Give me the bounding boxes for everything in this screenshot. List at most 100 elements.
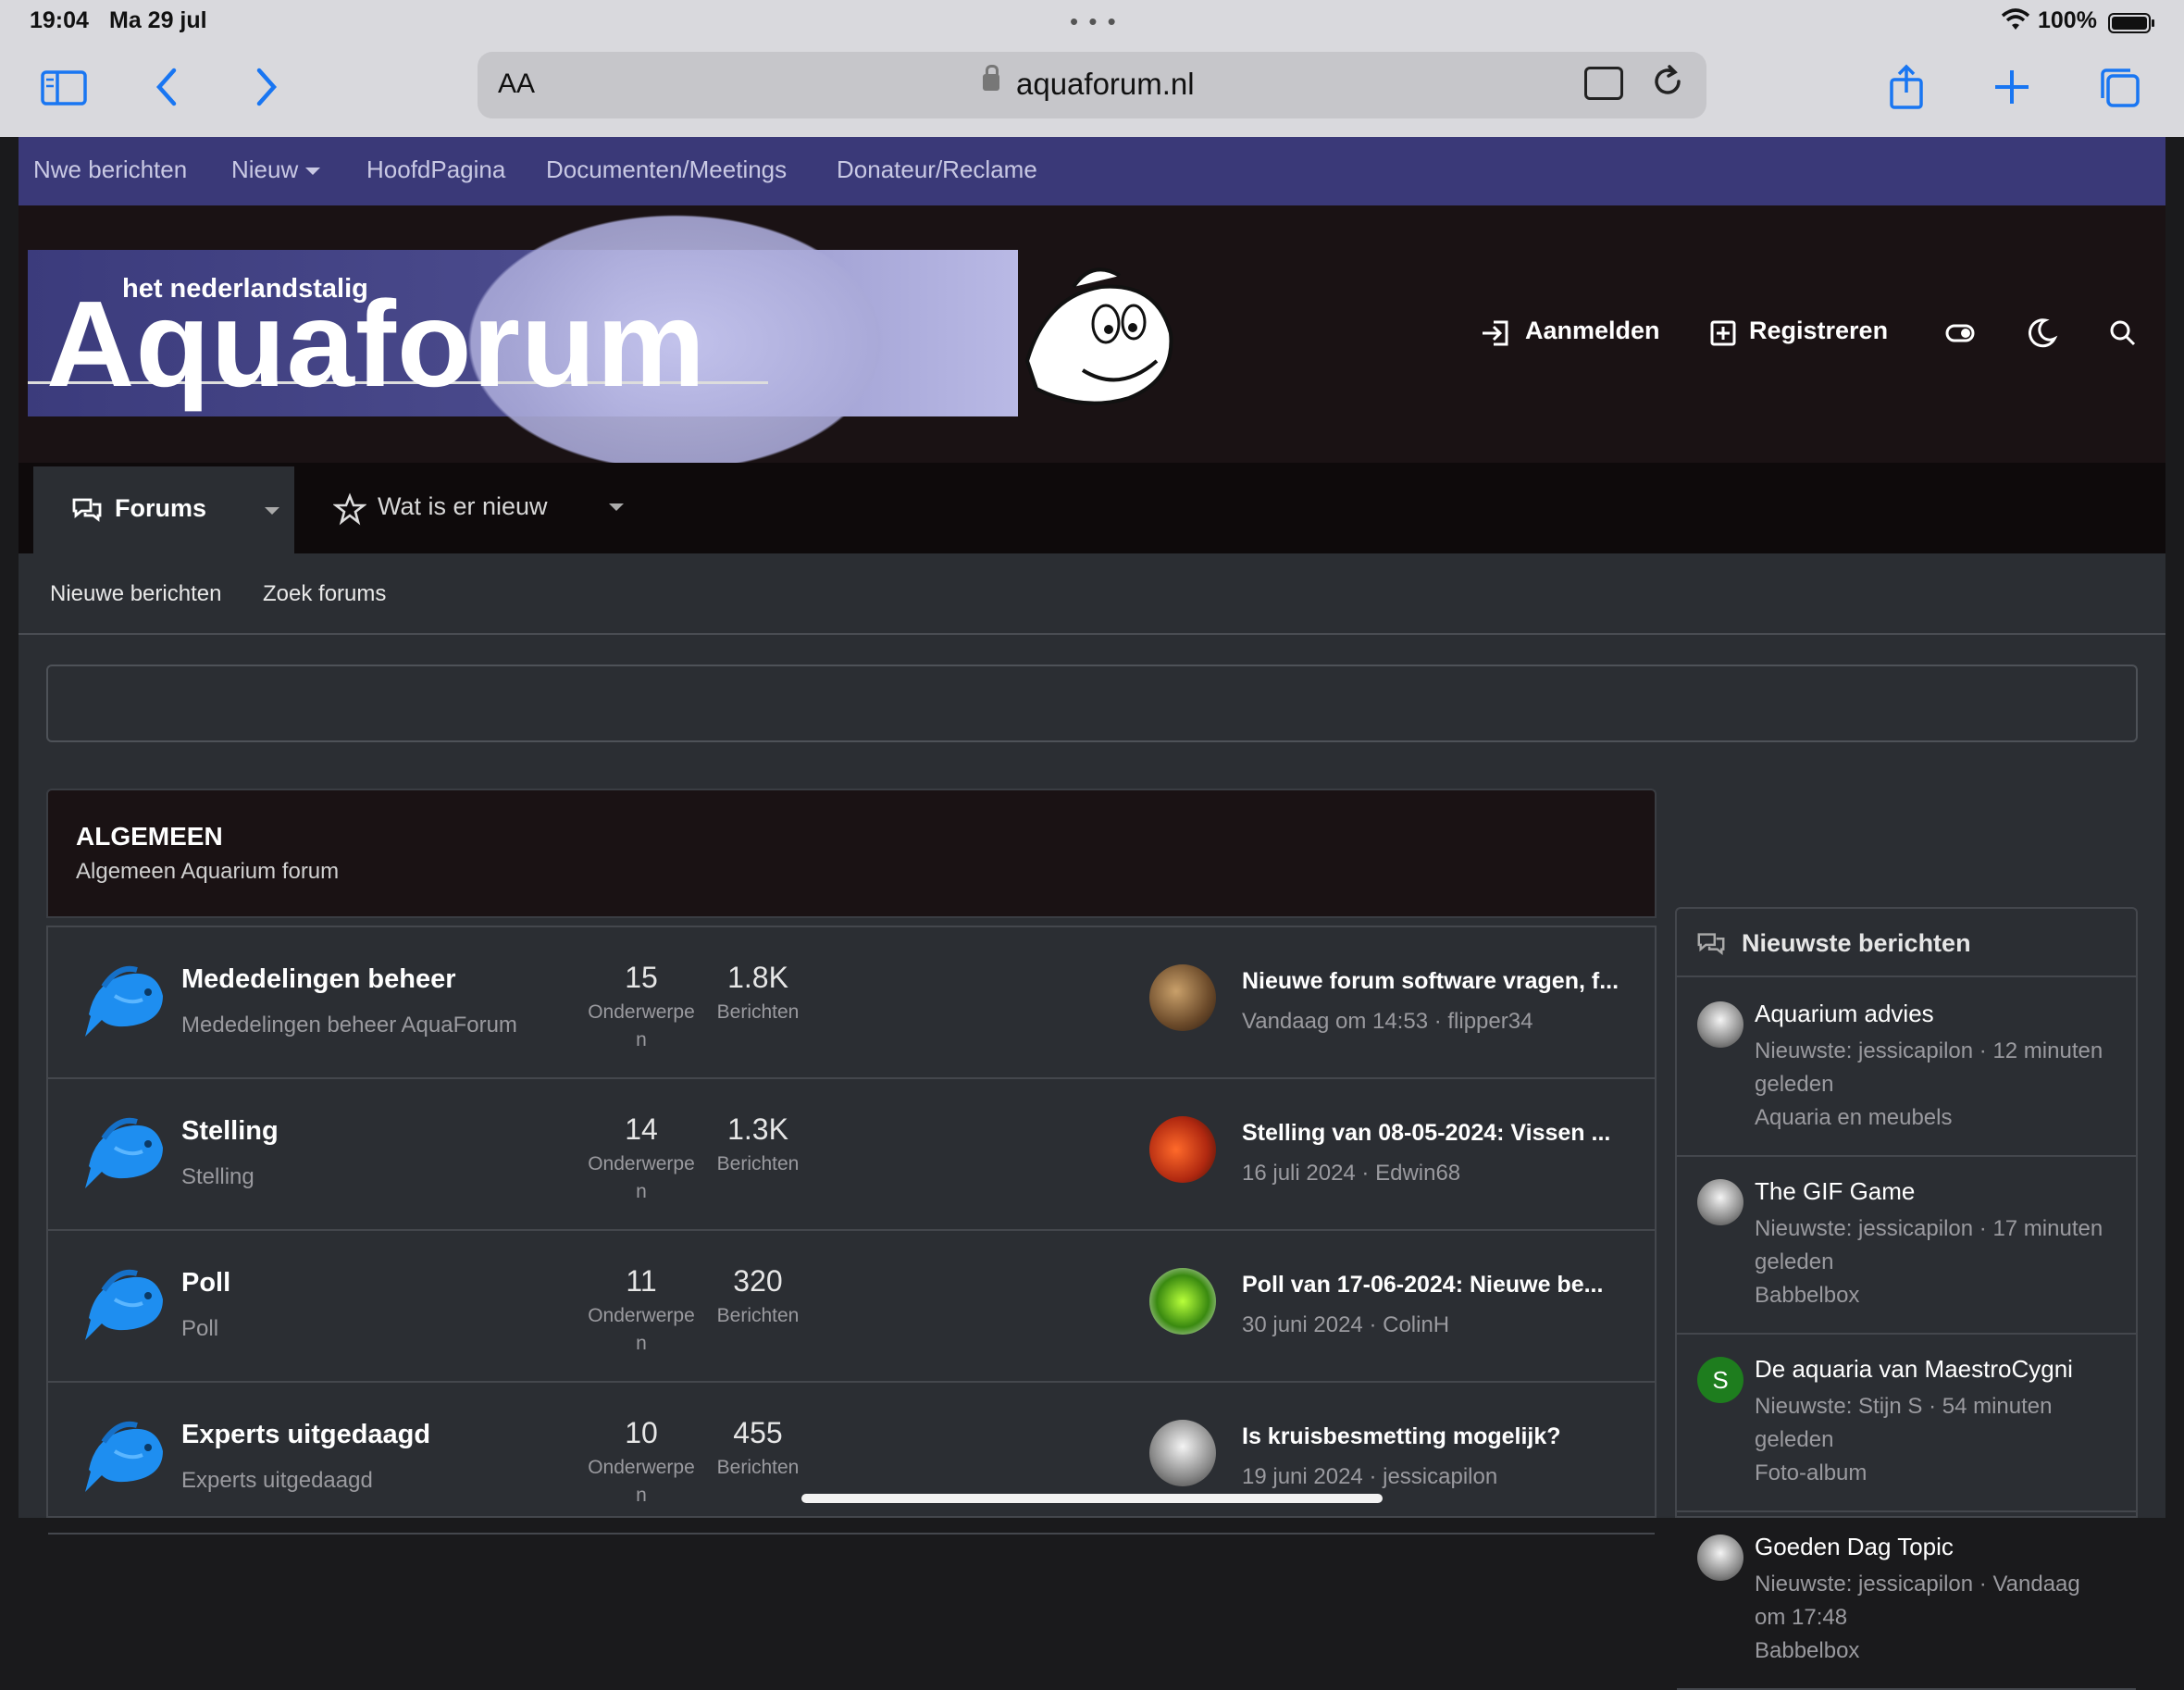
chevron-down-icon[interactable] <box>609 503 624 511</box>
lock-icon <box>983 65 999 91</box>
tab-whats-new[interactable]: Wat is er nieuw <box>378 492 548 521</box>
thread-count-label: Onderwerpe n <box>588 1001 695 1050</box>
post-count: 1.8K Berichten <box>698 961 818 1026</box>
new-tab-icon[interactable] <box>1984 63 2040 111</box>
register-button[interactable]: Registreren <box>1749 317 1888 354</box>
latest-post-item[interactable]: Aquarium advies Nieuwste: jessicapilon · … <box>1677 979 2136 1157</box>
latest-post-forum[interactable]: Babbelbox <box>1755 1283 1859 1308</box>
avatar[interactable] <box>1697 1535 1743 1581</box>
latest-post-title[interactable]: The GIF Game <box>1755 1177 1915 1206</box>
tab-forums[interactable]: Forums <box>33 466 294 553</box>
thread-count: 14 Onderwerpe n <box>581 1112 701 1206</box>
thread-count-label: Onderwerpe n <box>588 1457 695 1506</box>
nav-documents[interactable]: Documenten/Meetings <box>546 155 787 184</box>
back-icon[interactable] <box>141 63 196 111</box>
subnav-search-forums[interactable]: Zoek forums <box>263 581 386 607</box>
home-indicator[interactable] <box>801 1494 1383 1503</box>
nav-new-posts[interactable]: Nwe berichten <box>33 155 187 184</box>
share-icon[interactable] <box>1879 63 1934 111</box>
site-logo-banner[interactable]: het nederlandstalig Aquaforum <box>28 194 1175 491</box>
login-button[interactable]: Aanmelden <box>1525 317 1660 354</box>
forum-title[interactable]: Experts uitgedaagd <box>181 1420 430 1450</box>
latest-post-item[interactable]: The GIF Game Nieuwste: jessicapilon · 17 … <box>1677 1157 2136 1335</box>
chevron-down-icon <box>305 168 321 176</box>
post-count: 320 Berichten <box>698 1264 818 1330</box>
thread-count-label: Onderwerpe n <box>588 1305 695 1354</box>
forum-description: Mededelingen beheer AquaForum <box>181 1013 517 1038</box>
last-post-title[interactable]: Is kruisbesmetting mogelijk? <box>1242 1423 1631 1450</box>
battery-percent: 100% <box>2038 7 2097 33</box>
forum-title[interactable]: Mededelingen beheer <box>181 964 456 995</box>
avatar[interactable]: S <box>1697 1357 1743 1403</box>
avatar[interactable] <box>1149 1420 1216 1486</box>
address-bar[interactable]: AA aquaforum.nl <box>478 52 1706 118</box>
style-toggle-icon[interactable] <box>1942 315 1979 352</box>
comments-icon <box>72 498 102 522</box>
logo-title: Aquaforum <box>46 276 706 412</box>
last-post-meta: 30 juni 2024 · ColinH <box>1242 1312 1450 1337</box>
post-count-label: Berichten <box>716 1305 800 1326</box>
last-post-title[interactable]: Stelling van 08-05-2024: Vissen ... <box>1242 1120 1631 1147</box>
forward-icon[interactable] <box>237 63 292 111</box>
latest-post-forum[interactable]: Babbelbox <box>1755 1638 1859 1663</box>
subnav-new-posts[interactable]: Nieuwe berichten <box>50 581 221 607</box>
category-header[interactable]: ALGEMEEN Algemeen Aquarium forum <box>46 789 1657 918</box>
forum-description: Experts uitgedaagd <box>181 1468 373 1493</box>
battery-icon <box>2108 13 2154 33</box>
nav-donations[interactable]: Donateur/Reclame <box>837 155 1037 184</box>
extensions-icon[interactable] <box>1584 67 1623 100</box>
last-post-title[interactable]: Nieuwe forum software vragen, f... <box>1242 968 1631 995</box>
latest-post-title[interactable]: Aquarium advies <box>1755 1000 1934 1028</box>
latest-post-meta: Nieuwste: jessicapilon · 17 minuten gele… <box>1755 1212 2116 1312</box>
avatar[interactable] <box>1697 1001 1743 1048</box>
main-content: ALGEMEEN Algemeen Aquarium forum Mededel… <box>19 635 2165 1690</box>
star-icon <box>333 492 366 526</box>
forum-row[interactable]: Stelling Stelling 14 Onderwerpe n 1.3K Berich… <box>48 1079 1655 1231</box>
thread-count-value: 15 <box>625 961 658 994</box>
thread-count: 11 Onderwerpe n <box>581 1264 701 1358</box>
dark-mode-moon-icon[interactable] <box>2023 315 2060 352</box>
latest-posts-widget: Nieuwste berichten Aquarium advies Nieuws… <box>1675 907 2138 1690</box>
last-post-title[interactable]: Poll van 17-06-2024: Nieuwe be... <box>1242 1272 1631 1299</box>
multitasking-dots-icon[interactable]: • • • <box>1070 7 1118 36</box>
forum-title[interactable]: Poll <box>181 1268 230 1299</box>
status-time: 19:04 <box>30 7 89 33</box>
main-tabs: Forums Wat is er nieuw <box>19 463 2165 553</box>
latest-post-author-time: Nieuwste: jessicapilon · Vandaag om 17:4… <box>1755 1572 2080 1630</box>
latest-post-title[interactable]: De aquaria van MaestroCygni <box>1755 1355 2073 1384</box>
tabs-overview-icon[interactable] <box>2093 63 2149 111</box>
forum-row[interactable]: Poll Poll 11 Onderwerpe n 320 Berichten Poll v… <box>48 1231 1655 1383</box>
forum-fish-icon <box>85 1117 163 1188</box>
nav-homepage[interactable]: HoofdPagina <box>366 155 505 184</box>
last-post-meta: 19 juni 2024 · jessicapilon <box>1242 1464 1498 1489</box>
sub-navigation: Nieuwe berichten Zoek forums <box>19 553 2165 635</box>
sidebar-toggle-icon[interactable] <box>37 63 93 111</box>
nav-new[interactable]: Nieuw <box>231 155 321 184</box>
latest-post-title[interactable]: Goeden Dag Topic <box>1755 1533 1954 1561</box>
login-icon <box>1483 320 1508 346</box>
avatar[interactable] <box>1697 1179 1743 1225</box>
status-date: Ma 29 jul <box>109 7 207 33</box>
url-text[interactable]: aquaforum.nl <box>1016 67 1195 102</box>
latest-post-forum[interactable]: Aquaria en meubels <box>1755 1105 1952 1130</box>
browser-toolbar: AA aquaforum.nl <box>0 44 2184 137</box>
chevron-down-icon[interactable] <box>265 507 279 515</box>
avatar[interactable] <box>1149 1268 1216 1335</box>
latest-post-forum[interactable]: Foto-album <box>1755 1460 1867 1485</box>
avatar[interactable] <box>1149 964 1216 1031</box>
reload-icon[interactable] <box>1649 63 1686 100</box>
notice-box <box>46 665 2138 742</box>
forum-description: Poll <box>181 1316 219 1341</box>
latest-post-item[interactable]: S De aquaria van MaestroCygni Nieuwste: St… <box>1677 1335 2136 1512</box>
search-icon[interactable] <box>2104 315 2141 352</box>
avatar[interactable] <box>1149 1116 1216 1183</box>
status-bar: 19:04 Ma 29 jul • • • 100% <box>0 0 2184 44</box>
forum-title[interactable]: Stelling <box>181 1116 279 1147</box>
thread-count: 10 Onderwerpe n <box>581 1416 701 1510</box>
reader-settings-button[interactable]: AA <box>498 68 535 100</box>
latest-post-author-time: Nieuwste: jessicapilon · 17 minuten gele… <box>1755 1216 2103 1274</box>
thread-count-label: Onderwerpe n <box>588 1153 695 1202</box>
forum-row[interactable]: Mededelingen beheer Mededelingen beheer A… <box>48 927 1655 1079</box>
forum-row[interactable]: Experts uitgedaagd Experts uitgedaagd 10 On… <box>48 1383 1655 1535</box>
latest-post-item[interactable]: Goeden Dag Topic Nieuwste: jessicapilon ·… <box>1677 1512 2136 1690</box>
